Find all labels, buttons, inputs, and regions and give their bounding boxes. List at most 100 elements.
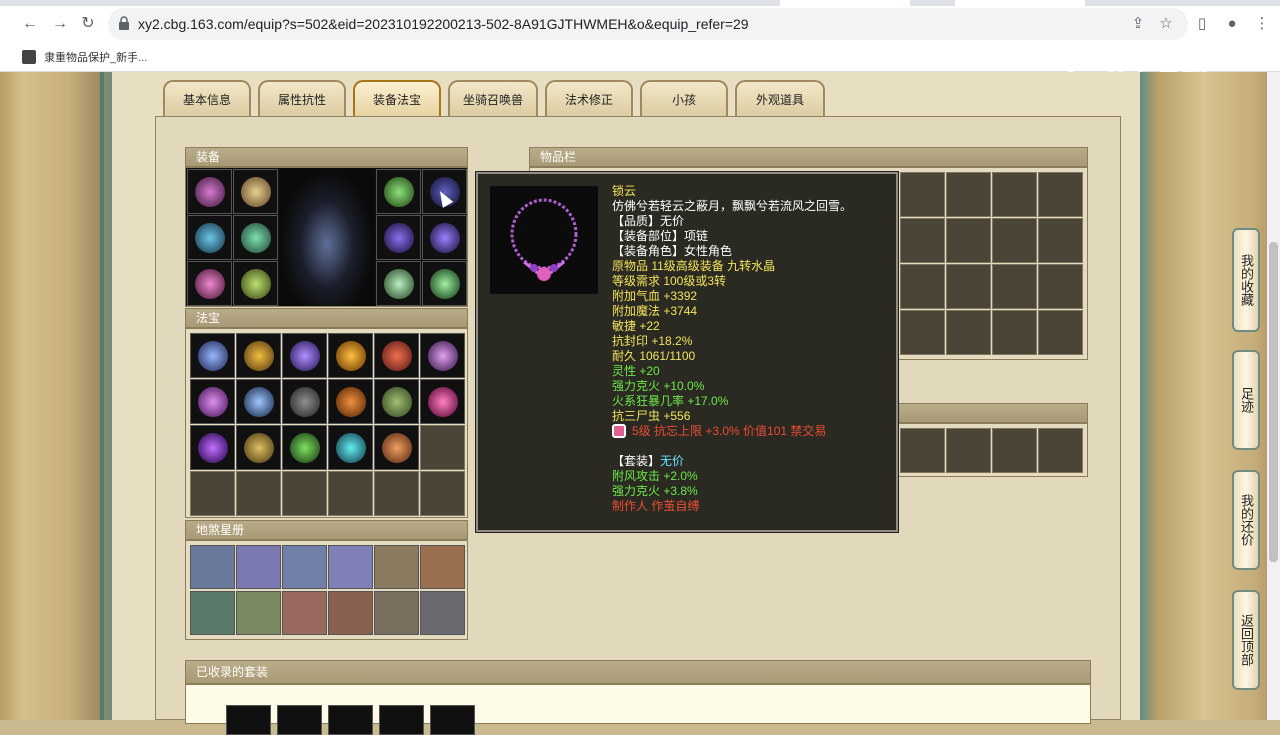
page-scrollbar[interactable] — [1267, 72, 1280, 720]
treasure-slot[interactable] — [190, 333, 235, 378]
set-item[interactable] — [277, 705, 322, 735]
tab-mounts-pets[interactable]: 坐骑召唤兽 — [448, 80, 538, 116]
set-item[interactable] — [226, 705, 271, 735]
treasure-slot[interactable] — [420, 333, 465, 378]
url-text[interactable]: xy2.cbg.163.com/equip?s=502&eid=20231019… — [138, 16, 749, 32]
inventory-slot[interactable] — [946, 264, 991, 309]
tab-appearance[interactable]: 外观道具 — [735, 80, 825, 116]
treasure-slot[interactable] — [328, 333, 373, 378]
profile-icon[interactable]: ● — [1222, 14, 1242, 34]
tab-attributes[interactable]: 属性抗性 — [258, 80, 346, 116]
equip-slot[interactable] — [233, 261, 278, 306]
inventory-slot[interactable] — [1038, 264, 1083, 309]
equip-slot[interactable] — [376, 261, 421, 306]
address-bar[interactable]: xy2.cbg.163.com/equip?s=502&eid=20231019… — [108, 8, 1188, 40]
set-item[interactable] — [430, 705, 475, 735]
inventory-slot[interactable] — [992, 310, 1037, 355]
bookmark-favicon-icon — [22, 50, 36, 64]
inventory-slot[interactable] — [992, 172, 1037, 217]
sidepanel-icon[interactable]: ▯ — [1192, 14, 1212, 34]
star-card[interactable] — [328, 591, 373, 635]
treasure-slot[interactable] — [236, 425, 281, 470]
item-gem: 5级 抗忘上限 +3.0% 价值101 禁交易 — [612, 424, 892, 439]
inventory-slot[interactable] — [1038, 310, 1083, 355]
star-card[interactable] — [374, 591, 419, 635]
star-card[interactable] — [328, 545, 373, 589]
tab-basic-info[interactable]: 基本信息 — [163, 80, 251, 116]
character-portrait — [280, 169, 374, 306]
star-card[interactable] — [236, 591, 281, 635]
treasure-slot[interactable] — [236, 333, 281, 378]
scrollbar-thumb[interactable] — [1269, 242, 1278, 562]
star-card[interactable] — [236, 545, 281, 589]
treasure-slot[interactable] — [420, 379, 465, 424]
side-button-my-bargains[interactable]: 我的还价 — [1232, 470, 1260, 570]
reload-icon[interactable]: ↻ — [78, 14, 98, 34]
menu-icon[interactable]: ⋮ — [1252, 14, 1272, 34]
storage-slot[interactable] — [900, 428, 945, 473]
inventory-slot[interactable] — [946, 310, 991, 355]
equip-slot[interactable] — [187, 169, 232, 214]
side-button-history[interactable]: 足迹 — [1232, 350, 1260, 450]
star-card[interactable] — [420, 591, 465, 635]
treasure-slot-empty[interactable] — [190, 471, 235, 516]
inventory-slot[interactable] — [946, 218, 991, 263]
inventory-slot[interactable] — [900, 218, 945, 263]
equip-slot[interactable] — [422, 261, 467, 306]
treasure-slot[interactable] — [282, 333, 327, 378]
treasure-slot-empty[interactable] — [420, 471, 465, 516]
set-item[interactable] — [379, 705, 424, 735]
star-card[interactable] — [282, 591, 327, 635]
bookmark-star-icon[interactable]: ☆ — [1156, 14, 1176, 34]
storage-slot[interactable] — [992, 428, 1037, 473]
star-card[interactable] — [282, 545, 327, 589]
equip-slot[interactable] — [187, 215, 232, 260]
inventory-slot[interactable] — [900, 310, 945, 355]
tab-spell-correction[interactable]: 法术修正 — [545, 80, 633, 116]
tab-equipment[interactable]: 装备法宝 — [353, 80, 441, 116]
magic-treasure-panel — [185, 328, 468, 518]
back-icon[interactable]: ← — [20, 14, 40, 34]
treasure-slot[interactable] — [282, 379, 327, 424]
storage-slot[interactable] — [946, 428, 991, 473]
treasure-slot[interactable] — [190, 425, 235, 470]
treasure-slot[interactable] — [190, 379, 235, 424]
inventory-slot[interactable] — [900, 172, 945, 217]
equip-slot[interactable] — [233, 169, 278, 214]
star-card[interactable] — [190, 591, 235, 635]
equip-slot[interactable] — [376, 169, 421, 214]
equip-slot[interactable] — [422, 215, 467, 260]
inventory-slot[interactable] — [992, 218, 1037, 263]
set-item[interactable] — [328, 705, 373, 735]
inventory-slot[interactable] — [1038, 218, 1083, 263]
bookmark-item[interactable]: 隶重物品保护_新手... — [22, 48, 147, 66]
treasure-slot[interactable] — [282, 425, 327, 470]
star-card[interactable] — [420, 545, 465, 589]
share-icon[interactable]: ⇪ — [1128, 14, 1148, 34]
side-button-favorites[interactable]: 我的收藏 — [1232, 228, 1260, 332]
treasure-slot[interactable] — [236, 379, 281, 424]
treasure-slot-empty[interactable] — [374, 471, 419, 516]
side-button-back-to-top[interactable]: 返回顶部 — [1232, 590, 1260, 690]
inventory-slot[interactable] — [900, 264, 945, 309]
forward-icon[interactable]: → — [50, 14, 70, 34]
treasure-slot-empty[interactable] — [328, 471, 373, 516]
equip-slot[interactable] — [187, 261, 232, 306]
treasure-slot[interactable] — [374, 379, 419, 424]
star-card[interactable] — [374, 545, 419, 589]
inventory-slot[interactable] — [992, 264, 1037, 309]
inventory-slot[interactable] — [946, 172, 991, 217]
treasure-slot[interactable] — [328, 425, 373, 470]
equip-slot[interactable] — [376, 215, 421, 260]
star-card[interactable] — [190, 545, 235, 589]
treasure-slot-empty[interactable] — [236, 471, 281, 516]
treasure-slot-empty[interactable] — [282, 471, 327, 516]
treasure-slot[interactable] — [328, 379, 373, 424]
treasure-slot-empty[interactable] — [420, 425, 465, 470]
storage-slot[interactable] — [1038, 428, 1083, 473]
treasure-slot[interactable] — [374, 333, 419, 378]
tab-children[interactable]: 小孩 — [640, 80, 728, 116]
inventory-slot[interactable] — [1038, 172, 1083, 217]
equip-slot[interactable] — [233, 215, 278, 260]
treasure-slot[interactable] — [374, 425, 419, 470]
